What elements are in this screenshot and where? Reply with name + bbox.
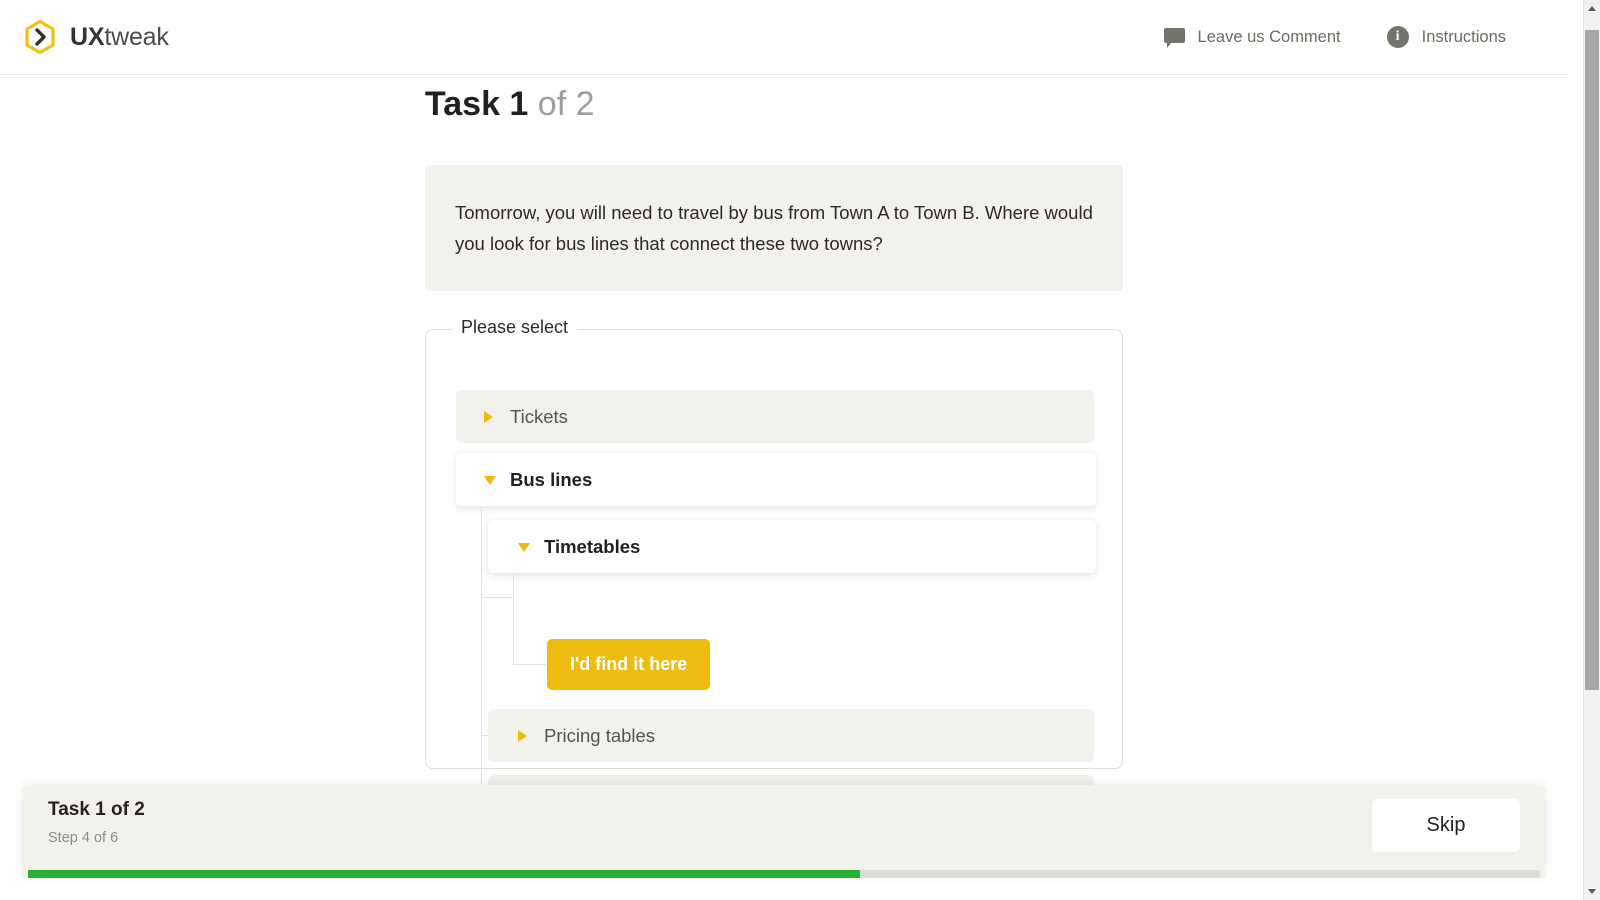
tree-node-pricing-tables: Pricing tables bbox=[488, 709, 1094, 762]
tree-item-timetables[interactable]: Timetables bbox=[488, 520, 1096, 573]
tree-node-timetables: Timetables bbox=[488, 520, 1096, 573]
instructions-button[interactable]: i Instructions bbox=[1386, 26, 1506, 48]
leave-comment-label: Leave us Comment bbox=[1197, 27, 1341, 46]
page-title-strong: Task 1 bbox=[425, 85, 529, 123]
skip-button[interactable]: Skip bbox=[1372, 799, 1520, 852]
header-actions: Leave us Comment i Instructions bbox=[1163, 26, 1506, 48]
triangle-right-icon bbox=[518, 729, 527, 742]
logo-text-light: tweak bbox=[104, 22, 169, 51]
bottom-step-label: Step 4 of 6 bbox=[48, 830, 119, 846]
tree-item-label: Tickets bbox=[510, 405, 568, 427]
tree-connector-vertical bbox=[481, 506, 482, 810]
app-header: UXtweak Leave us Comment i Instructions bbox=[0, 0, 1568, 75]
tree-item-tickets[interactable]: Tickets bbox=[456, 390, 1094, 443]
scroll-up-arrow-icon[interactable] bbox=[1584, 0, 1600, 17]
triangle-down-icon bbox=[518, 543, 530, 552]
speech-bubble-icon bbox=[1163, 27, 1185, 48]
task-description-card: Tomorrow, you will need to travel by bus… bbox=[425, 165, 1123, 291]
tree-connector-stub bbox=[481, 597, 514, 598]
scrollbar-thumb[interactable] bbox=[1585, 30, 1599, 690]
bottom-status-bar: Task 1 of 2 Step 4 of 6 Skip bbox=[22, 785, 1546, 878]
app-root: UXtweak Leave us Comment i Instructions … bbox=[0, 0, 1600, 900]
tree-item-label: Bus lines bbox=[510, 468, 593, 490]
brand-logo[interactable]: UXtweak bbox=[22, 19, 169, 55]
hexagon-chevron-logo-icon bbox=[22, 19, 58, 55]
task-description-text: Tomorrow, you will need to travel by bus… bbox=[455, 202, 1093, 254]
page-title-muted: of 2 bbox=[537, 85, 595, 123]
tree-item-bus-lines[interactable]: Bus lines bbox=[456, 453, 1096, 506]
bottom-task-label: Task 1 of 2 bbox=[48, 799, 145, 820]
tree-node-bus-lines: Bus lines bbox=[456, 453, 1096, 506]
leave-comment-button[interactable]: Leave us Comment bbox=[1163, 27, 1341, 48]
logo-text-bold: UX bbox=[70, 22, 105, 51]
tree-node-confirm: I'd find it here bbox=[547, 639, 711, 690]
info-circle-icon: i bbox=[1386, 26, 1409, 48]
brand-logo-text: UXtweak bbox=[70, 23, 169, 52]
tree-connector-stub bbox=[513, 664, 546, 665]
tree-item-pricing-tables[interactable]: Pricing tables bbox=[488, 709, 1094, 762]
page-viewport: UXtweak Leave us Comment i Instructions … bbox=[0, 0, 1568, 900]
main-content: Task 1 of 2 Tomorrow, you will need to t… bbox=[0, 75, 1568, 828]
id-find-it-here-button[interactable]: I'd find it here bbox=[547, 639, 711, 690]
triangle-right-icon bbox=[484, 410, 493, 423]
triangle-down-icon bbox=[484, 476, 496, 485]
please-select-panel: Please select Tickets Bus lines Timetabl… bbox=[425, 317, 1123, 828]
progress-bar-fill bbox=[28, 870, 860, 878]
page-title: Task 1 of 2 bbox=[425, 85, 595, 124]
tree-node-tickets: Tickets bbox=[456, 390, 1094, 443]
tree-item-label: Timetables bbox=[544, 535, 641, 557]
tree-connector-vertical bbox=[513, 573, 514, 664]
please-select-legend: Please select bbox=[452, 317, 578, 338]
tree-item-label: Pricing tables bbox=[544, 724, 656, 746]
progress-bar-track bbox=[28, 870, 1540, 878]
page-scrollbar[interactable] bbox=[1583, 0, 1600, 900]
scroll-down-arrow-icon[interactable] bbox=[1584, 883, 1600, 900]
instructions-label: Instructions bbox=[1421, 27, 1506, 46]
